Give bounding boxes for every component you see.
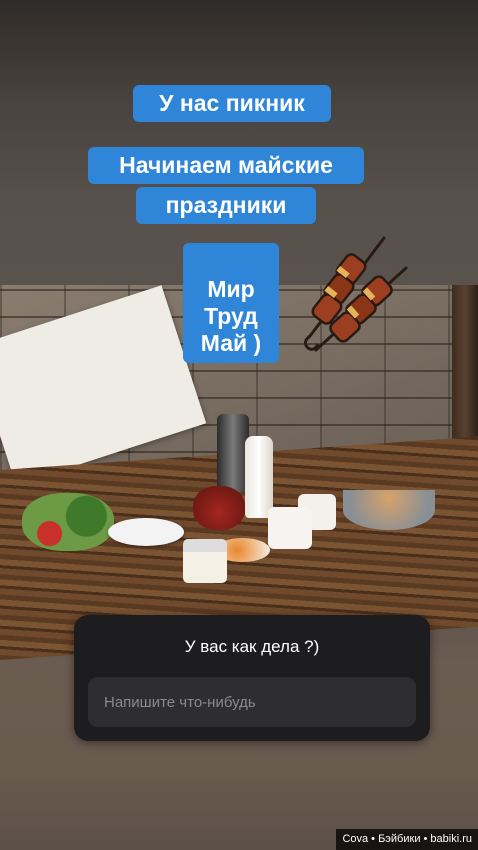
story-caption-text: У нас пикник [159, 90, 305, 116]
glass [183, 539, 227, 583]
vegetables [22, 493, 114, 551]
plate [108, 518, 184, 546]
story-caption[interactable]: Мир Труд Май ) [183, 243, 279, 363]
teapot [193, 486, 245, 530]
answer-input[interactable] [102, 692, 402, 712]
story-caption[interactable]: У нас пикник [133, 85, 331, 122]
story-caption-text: праздники [136, 187, 316, 224]
question-title: У вас как дела ?) [184, 637, 320, 656]
watermark: Cova • Бэйбики • babiki.ru [336, 829, 478, 850]
story-caption-text: Начинаем майские [88, 147, 364, 184]
question-sticker[interactable]: У вас как дела ?) [74, 615, 430, 741]
bowl [343, 490, 435, 530]
answer-field[interactable] [88, 677, 416, 727]
story-caption[interactable]: Начинаем майские праздники [88, 147, 364, 224]
kebab-skewer-icon[interactable] [296, 232, 418, 356]
story-caption-text: Мир Труд Май ) [200, 276, 262, 356]
milk-bottle [245, 436, 273, 518]
mug [268, 507, 312, 549]
